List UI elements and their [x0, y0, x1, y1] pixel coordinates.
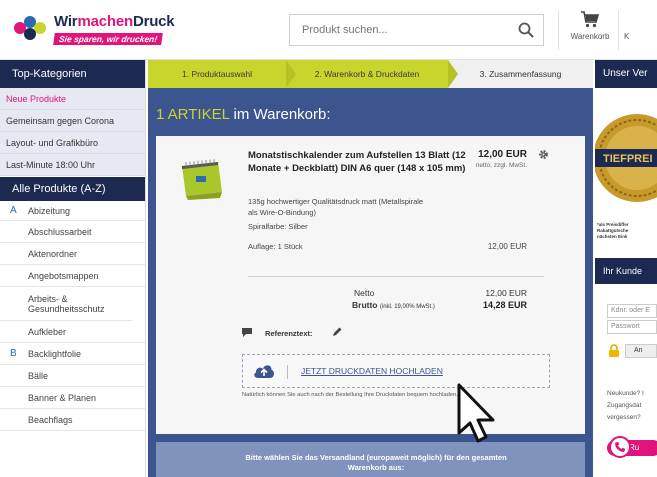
product-spiral-color: Spiralfarbe: Silber	[248, 222, 308, 231]
sidebar-item-last-minute[interactable]: Last-Minute 18:00 Uhr	[0, 154, 145, 176]
shopping-cart-icon	[581, 11, 600, 28]
divider	[248, 276, 544, 277]
step-summary: 3. Zusammenfassung	[448, 60, 593, 88]
upload-note: Natürlich können Sie auch nach der Beste…	[242, 392, 458, 398]
shipping-country-text: Bitte wählen Sie das Versandland (europa…	[245, 453, 507, 472]
price-netto-note: netto, zzgl. MwSt.	[475, 162, 527, 169]
cart-panel: 1 ARTIKEL im Warenkorb: Monatstischkalen…	[148, 88, 593, 477]
sidebar-item-corona[interactable]: Gemeinsam gegen Corona	[0, 110, 145, 132]
product-price: 12,00 EUR	[478, 149, 527, 160]
sidebar-item-arbeitsschutz[interactable]: Arbeits- & Gesundheitsschutz	[0, 287, 132, 321]
sidebar-item-banner[interactable]: Banner & Planen	[0, 387, 145, 409]
product-description: 135g hochwertiger Qualitätsdruck matt (M…	[248, 197, 424, 217]
login-button[interactable]: An	[625, 344, 657, 358]
product-title[interactable]: Monatstischkalender zum Aufstellen 13 Bl…	[248, 149, 468, 175]
new-customer-link[interactable]: Neukunde? I	[607, 390, 644, 397]
phone-icon	[609, 436, 631, 458]
sidebar-item-abizeitung[interactable]: A Abizeitung	[0, 201, 145, 221]
cart-label: Warenkorb	[570, 32, 610, 41]
logo-mark-icon	[12, 14, 50, 44]
site-header: WirmachenDruck Sie sparen, wir drucken! …	[0, 0, 657, 60]
right-column: Unser Ver TIEFPREI *als Preisdiffer Raba…	[595, 60, 657, 477]
sidebar-item-backlightfolie[interactable]: B Backlightfolie	[0, 343, 145, 365]
sidebar-item-baelle[interactable]: Bälle	[0, 365, 145, 387]
sidebar-item-label: Backlightfolie	[28, 348, 82, 359]
logo-tagline: Sie sparen, wir drucken!	[53, 33, 164, 45]
low-price-seal: TIEFPREI	[595, 114, 657, 202]
customer-area-title: Ihr Kunde	[595, 258, 657, 284]
letter-b: B	[10, 348, 17, 359]
search-box	[289, 14, 544, 46]
logo[interactable]: WirmachenDruck Sie sparen, wir drucken!	[12, 13, 175, 50]
access-data-link[interactable]: Zugangsdat	[607, 402, 641, 409]
sidebar-item-beachflags[interactable]: Beachflags	[0, 409, 145, 431]
sidebar-item-angebotsmappen[interactable]: Angebotsmappen	[0, 265, 145, 287]
checkout-steps: 1. Produktauswahl 2. Warenkorb & Druckda…	[148, 60, 593, 88]
pencil-icon[interactable]	[332, 327, 342, 337]
header-divider	[618, 10, 619, 50]
search-icon[interactable]	[518, 22, 534, 38]
upload-dropzone[interactable]: JETZT DRUCKDATEN HOCHLADEN	[242, 354, 550, 388]
mouse-cursor-icon	[457, 383, 495, 443]
reference-text-label: Referenztext:	[265, 329, 313, 338]
comment-icon	[242, 328, 252, 337]
account-button[interactable]: K	[624, 10, 657, 41]
lock-icon	[609, 344, 619, 357]
sidebar-item-aktenordner[interactable]: Aktenordner	[0, 243, 145, 265]
all-products-title: Alle Produkte (A-Z)	[0, 177, 145, 201]
gear-icon[interactable]	[538, 149, 549, 160]
email-field[interactable]: Kdnr. oder E	[607, 304, 657, 318]
brutto-value: 14,28 EUR	[482, 300, 527, 310]
cart-title: 1 ARTIKEL im Warenkorb:	[156, 106, 331, 123]
upload-divider	[287, 365, 288, 379]
password-field[interactable]: Passwort	[607, 320, 657, 334]
forgot-link[interactable]: vergessen?	[607, 414, 641, 421]
step-chevron	[448, 60, 458, 88]
sidebar-item-abschlussarbeit[interactable]: Abschlussarbeit	[0, 221, 145, 243]
step-product-selection[interactable]: 1. Produktauswahl	[148, 60, 286, 88]
top-categories-title: Top-Kategorien	[0, 60, 145, 88]
letter-a: A	[10, 205, 17, 216]
desk-calendar-thumbnail[interactable]	[178, 156, 224, 200]
search-input[interactable]	[290, 15, 510, 45]
step-chevron	[286, 60, 296, 88]
account-label: K	[624, 32, 630, 41]
header-divider	[558, 10, 559, 50]
promise-title: Unser Ver	[595, 60, 657, 88]
cart-button[interactable]: Warenkorb	[566, 10, 614, 41]
cart-item-card: Monatstischkalender zum Aufstellen 13 Bl…	[156, 136, 585, 434]
logo-name: WirmachenDruck	[54, 13, 175, 30]
sidebar-item-layout[interactable]: Layout- und Grafikbüro	[0, 132, 145, 154]
brutto-label: Brutto (inkl. 19,00% MwSt.)	[352, 300, 435, 310]
fine-print: *als Preisdiffer Rabattgutsche nächsten …	[597, 222, 629, 239]
product-quantity: Auflage: 1 Stück	[248, 242, 303, 251]
upload-print-data-link[interactable]: JETZT DRUCKDATEN HOCHLADEN	[301, 366, 443, 376]
sidebar-item-aufkleber[interactable]: Aufkleber	[0, 321, 145, 343]
step-cart-print-data[interactable]: 2. Warenkorb & Druckdaten	[286, 60, 448, 88]
sidebar-item-new-products[interactable]: Neue Produkte	[0, 88, 145, 110]
seal-text: TIEFPREI	[603, 153, 653, 165]
quantity-price: 12,00 EUR	[487, 242, 527, 251]
category-sidebar: Top-Kategorien Neue Produkte Gemeinsam g…	[0, 60, 146, 477]
netto-value: 12,00 EUR	[485, 288, 527, 298]
sidebar-item-label: Abizeitung	[28, 205, 71, 216]
shipping-country-band: Bitte wählen Sie das Versandland (europa…	[156, 442, 585, 477]
netto-label: Netto	[354, 288, 375, 298]
cloud-upload-icon	[254, 365, 274, 378]
